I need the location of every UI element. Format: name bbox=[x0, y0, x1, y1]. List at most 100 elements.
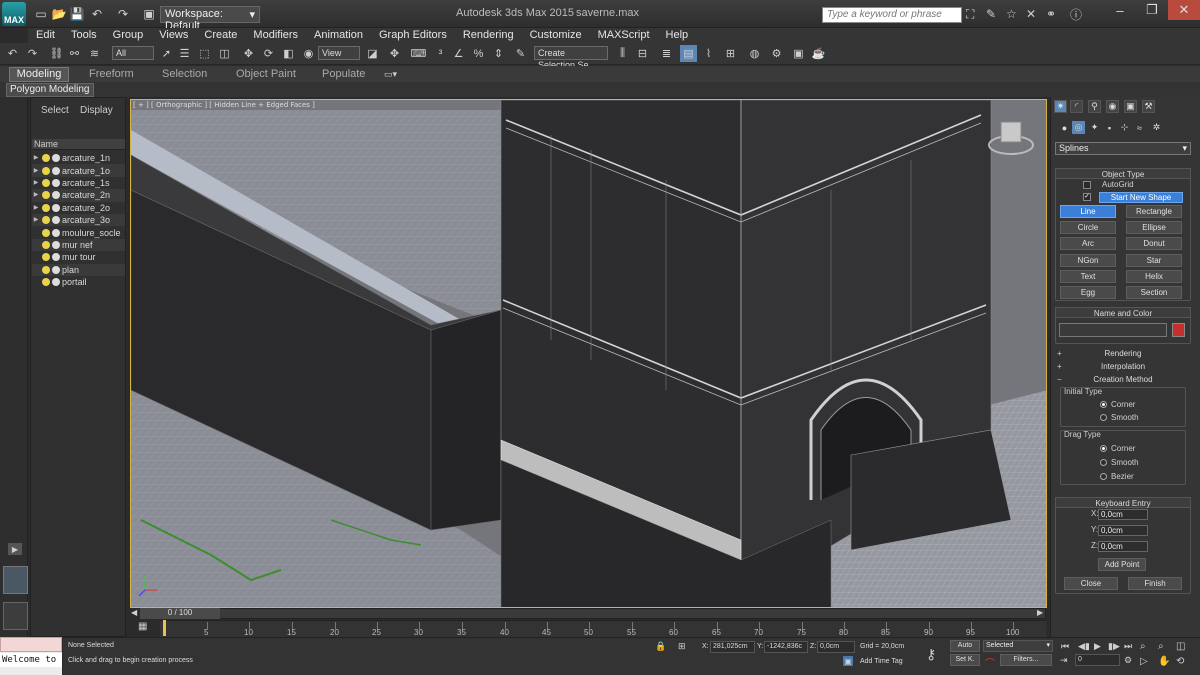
redo-icon[interactable]: ↷ bbox=[24, 45, 41, 62]
star-button[interactable]: Star bbox=[1126, 254, 1182, 267]
user-icon[interactable]: ⚭ bbox=[1046, 7, 1056, 21]
z-coord-field[interactable]: 0,0cm bbox=[817, 641, 855, 653]
redo-icon[interactable]: ↷ bbox=[114, 6, 132, 22]
menu-edit[interactable]: Edit bbox=[28, 28, 63, 43]
geometry-icon[interactable]: ● bbox=[1058, 121, 1071, 134]
time-prev-icon[interactable]: ◀ bbox=[131, 608, 137, 617]
orbit-icon[interactable]: ⟲ bbox=[1176, 656, 1184, 667]
text-button[interactable]: Text bbox=[1060, 270, 1116, 283]
angle-snap-icon[interactable]: ∠ bbox=[450, 45, 467, 62]
x-spinner[interactable]: 0,0cm bbox=[1098, 509, 1148, 520]
helix-button[interactable]: Helix bbox=[1126, 270, 1182, 283]
percent-snap-icon[interactable]: % bbox=[470, 45, 487, 62]
lights-icon[interactable]: ✦ bbox=[1088, 121, 1101, 134]
binoculars-icon[interactable]: ⛶ bbox=[966, 7, 974, 22]
project-folder-icon[interactable]: ▣ bbox=[140, 6, 158, 22]
bind-spacewarp-icon[interactable]: ≋ bbox=[86, 45, 103, 62]
menu-rendering[interactable]: Rendering bbox=[455, 28, 522, 43]
render-setup-icon[interactable]: ⚙ bbox=[768, 45, 785, 62]
unlink-icon[interactable]: ⚯ bbox=[66, 45, 83, 62]
pan-icon[interactable]: ✋ bbox=[1158, 656, 1170, 667]
zoom-icon[interactable]: ⌕ bbox=[1140, 641, 1146, 652]
save-icon[interactable]: 💾 bbox=[68, 6, 86, 22]
previous-frame-icon[interactable]: ◀▮ bbox=[1078, 641, 1090, 652]
auto-key-button[interactable]: Auto bbox=[950, 640, 980, 652]
light-bulb-icon[interactable] bbox=[42, 240, 50, 249]
open-file-icon[interactable]: 📂 bbox=[50, 6, 68, 22]
new-file-icon[interactable]: ▭ bbox=[32, 6, 50, 22]
list-item[interactable]: ▶ arcature_1o bbox=[32, 164, 125, 177]
material-editor-icon[interactable]: ◍ bbox=[746, 45, 763, 62]
object-name-field[interactable] bbox=[1059, 323, 1167, 337]
maxscript-listener-input[interactable] bbox=[0, 637, 62, 652]
graphite-toggle-icon[interactable]: ▤ bbox=[680, 45, 697, 62]
menu-create[interactable]: Create bbox=[196, 28, 245, 43]
search-input[interactable]: Type a keyword or phrase bbox=[822, 7, 962, 23]
expand-icon[interactable]: ▶ bbox=[32, 166, 40, 176]
absolute-mode-icon[interactable]: ⊞ bbox=[678, 641, 686, 652]
set-key-button[interactable]: Set K. bbox=[950, 654, 980, 666]
list-item[interactable]: ▶ arcature_2n bbox=[32, 189, 125, 202]
schematic-view-icon[interactable]: ⊞ bbox=[722, 45, 739, 62]
y-spinner[interactable]: 0,0cm bbox=[1098, 525, 1148, 536]
tab-selection[interactable]: Selection bbox=[162, 68, 207, 80]
tab-freeform[interactable]: Freeform bbox=[89, 68, 134, 80]
ribbon-options-icon[interactable]: ▭▾ bbox=[384, 69, 397, 80]
menu-customize[interactable]: Customize bbox=[522, 28, 590, 43]
rotate-icon[interactable]: ⟳ bbox=[260, 45, 277, 62]
finish-button[interactable]: Finish bbox=[1128, 577, 1182, 590]
object-color-swatch[interactable] bbox=[1172, 323, 1185, 337]
display-tab-icon[interactable]: ▣ bbox=[1124, 100, 1137, 113]
default-tangent-icon[interactable]: ⌒ bbox=[985, 655, 995, 670]
selection-filter-dropdown[interactable]: All bbox=[112, 46, 154, 60]
polygon-modeling-button[interactable]: Polygon Modeling bbox=[6, 83, 94, 97]
key-icon[interactable]: ⚷ bbox=[926, 646, 936, 663]
ellipse-button[interactable]: Ellipse bbox=[1126, 221, 1182, 234]
light-bulb-icon[interactable] bbox=[42, 265, 50, 274]
snaps-toggle-icon[interactable]: ³ bbox=[432, 45, 449, 62]
hierarchy-tab-icon[interactable]: ⚲ bbox=[1088, 100, 1101, 113]
minimize-button[interactable]: – bbox=[1104, 0, 1136, 20]
keyboard-shortcut-icon[interactable]: ⌨ bbox=[410, 45, 427, 62]
light-bulb-icon[interactable] bbox=[42, 166, 50, 175]
app-logo[interactable]: MAX bbox=[2, 2, 26, 26]
explorer-name-column[interactable]: Name bbox=[32, 139, 125, 150]
curve-editor-icon[interactable]: ⌇ bbox=[700, 45, 717, 62]
place-icon[interactable]: ◉ bbox=[300, 45, 317, 62]
rectangular-selection-icon[interactable]: ⬚ bbox=[196, 45, 213, 62]
time-slider[interactable] bbox=[140, 608, 1046, 619]
menu-animation[interactable]: Animation bbox=[306, 28, 371, 43]
list-item[interactable]: mur nef bbox=[32, 238, 125, 252]
mirror-icon[interactable]: ⫼ bbox=[614, 45, 631, 62]
light-bulb-icon[interactable] bbox=[42, 228, 50, 237]
viewport-layout-button[interactable] bbox=[3, 566, 28, 594]
arc-button[interactable]: Arc bbox=[1060, 237, 1116, 250]
list-item[interactable]: moulure_socle bbox=[32, 226, 125, 238]
list-item[interactable]: ▶ arcature_3o bbox=[32, 214, 125, 227]
utilities-tab-icon[interactable]: ⚒ bbox=[1142, 100, 1155, 113]
creation-method-rollout[interactable]: Creation Method bbox=[1055, 374, 1191, 385]
modify-tab-icon[interactable]: ◜ bbox=[1070, 100, 1083, 113]
move-icon[interactable]: ✥ bbox=[240, 45, 257, 62]
select-manipulate-icon[interactable]: ✥ bbox=[386, 45, 403, 62]
drag-smooth-radio[interactable] bbox=[1100, 459, 1107, 466]
play-icon[interactable]: ▶ bbox=[8, 543, 22, 555]
maximize-button[interactable]: ❐ bbox=[1136, 0, 1168, 20]
helpers-icon[interactable]: ⊹ bbox=[1118, 121, 1131, 134]
initial-corner-radio[interactable] bbox=[1100, 401, 1107, 408]
menu-graph-editors[interactable]: Graph Editors bbox=[371, 28, 455, 43]
menu-help[interactable]: Help bbox=[658, 28, 697, 43]
light-bulb-icon[interactable] bbox=[42, 178, 50, 187]
zoom-all-icon[interactable]: ⌕ bbox=[1158, 641, 1164, 652]
z-spinner[interactable]: 0,0cm bbox=[1098, 541, 1148, 552]
egg-button[interactable]: Egg bbox=[1060, 286, 1116, 299]
scale-icon[interactable]: ◧ bbox=[280, 45, 297, 62]
menu-group[interactable]: Group bbox=[105, 28, 152, 43]
create-tab-icon[interactable]: ✷ bbox=[1054, 100, 1067, 113]
select-object-icon[interactable]: ➚ bbox=[158, 45, 175, 62]
light-bulb-icon[interactable] bbox=[42, 278, 50, 287]
light-bulb-icon[interactable] bbox=[42, 253, 50, 262]
maxscript-listener-output[interactable]: Welcome to bbox=[0, 653, 62, 667]
zoom-extents-icon[interactable]: ◫ bbox=[1176, 641, 1185, 652]
undo-icon[interactable]: ↶ bbox=[88, 6, 106, 22]
